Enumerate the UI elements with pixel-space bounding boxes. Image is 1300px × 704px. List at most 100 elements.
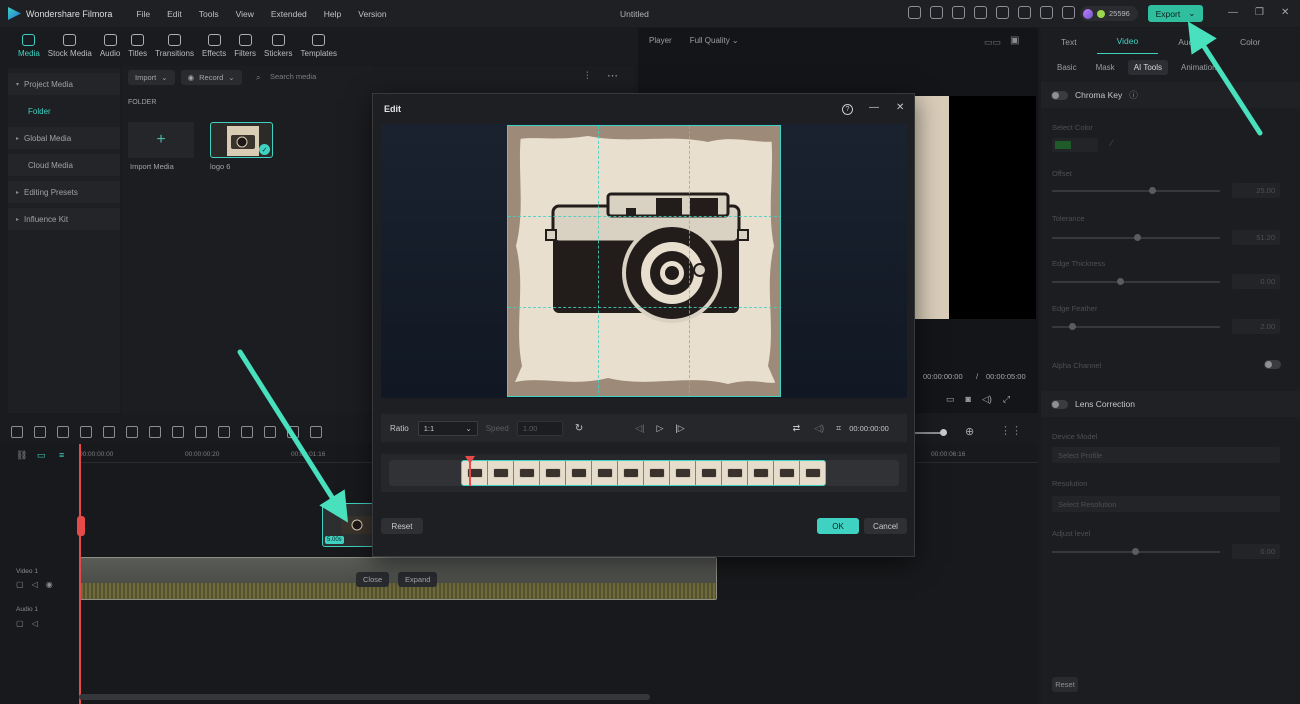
device-model-select[interactable]: Select Profile bbox=[1052, 447, 1280, 463]
import-media-card[interactable]: + bbox=[128, 122, 194, 158]
menu-edit[interactable]: Edit bbox=[167, 9, 182, 19]
sidebar-item-project-media[interactable]: ▾ Project Media bbox=[8, 73, 120, 95]
adjust-level-slider[interactable] bbox=[1052, 548, 1220, 555]
close-icon[interactable]: ✕ bbox=[1281, 7, 1289, 18]
media-icon[interactable] bbox=[996, 6, 1009, 19]
tolerance-slider[interactable] bbox=[1052, 234, 1220, 241]
grid-icon[interactable] bbox=[11, 426, 23, 438]
edge-thickness-value[interactable]: 0.00 bbox=[1232, 274, 1280, 289]
download-icon[interactable] bbox=[1062, 6, 1075, 19]
minimize-icon[interactable]: — bbox=[1228, 7, 1238, 18]
properties-reset-button[interactable]: Reset bbox=[1052, 677, 1078, 692]
tab-text[interactable]: Text bbox=[1041, 37, 1097, 47]
search-input[interactable]: Search media bbox=[270, 72, 316, 81]
menu-tools[interactable]: Tools bbox=[199, 9, 219, 19]
speaker-icon[interactable]: ◁ bbox=[32, 619, 38, 628]
chroma-key-toggle[interactable] bbox=[1051, 90, 1068, 100]
headset-icon[interactable] bbox=[1040, 6, 1053, 19]
record-button[interactable]: ◉ Record ⌄ bbox=[180, 70, 242, 85]
filmstrip[interactable] bbox=[461, 460, 826, 486]
send-icon[interactable] bbox=[930, 6, 943, 19]
next-frame-icon[interactable]: |▷ bbox=[675, 423, 684, 434]
feedback-icon[interactable] bbox=[952, 6, 965, 19]
tab-filters[interactable]: Filters bbox=[230, 27, 260, 65]
timeline-scrollbar[interactable] bbox=[79, 694, 650, 700]
close-icon[interactable]: ✕ bbox=[896, 102, 904, 113]
speaker-icon[interactable]: ◁ bbox=[32, 580, 38, 589]
text-icon[interactable] bbox=[149, 426, 161, 438]
tab-video[interactable]: Video bbox=[1096, 36, 1159, 54]
subtab-basic[interactable]: Basic bbox=[1051, 60, 1083, 75]
camera-icon[interactable]: ◙ bbox=[966, 394, 971, 405]
keyframe-icon[interactable] bbox=[264, 426, 276, 438]
slider-handle[interactable] bbox=[1149, 187, 1156, 194]
speed-input[interactable]: 1.00 bbox=[516, 420, 563, 436]
undo-icon[interactable] bbox=[57, 426, 69, 438]
tab-stickers[interactable]: Stickers bbox=[260, 27, 296, 65]
layout-icon[interactable] bbox=[974, 6, 987, 19]
subtab-ai-tools[interactable]: AI Tools bbox=[1127, 60, 1168, 75]
sidebar-item-cloud-media[interactable]: Cloud Media bbox=[8, 154, 120, 176]
resolution-select[interactable]: Select Resolution bbox=[1052, 496, 1280, 512]
folder-icon[interactable]: ▢ bbox=[16, 619, 24, 628]
ok-button[interactable]: OK bbox=[817, 518, 859, 534]
slider-handle[interactable] bbox=[1069, 323, 1076, 330]
copy-icon[interactable] bbox=[310, 426, 322, 438]
color-icon[interactable] bbox=[195, 426, 207, 438]
menu-file[interactable]: File bbox=[136, 9, 150, 19]
adjust-level-value[interactable]: 0.00 bbox=[1232, 544, 1280, 559]
lens-correction-toggle[interactable] bbox=[1051, 399, 1068, 409]
tab-media[interactable]: Media bbox=[14, 27, 44, 65]
account-credits[interactable]: 25596 bbox=[1080, 6, 1138, 21]
ratio-select[interactable]: 1:1 ⌄ bbox=[417, 420, 478, 436]
help-icon[interactable]: ? bbox=[842, 104, 853, 115]
sidebar-item-folder[interactable]: Folder bbox=[8, 100, 120, 122]
alpha-channel-toggle[interactable] bbox=[1264, 360, 1281, 369]
close-button[interactable]: Close bbox=[356, 572, 390, 587]
menu-view[interactable]: View bbox=[236, 9, 254, 19]
menu-help[interactable]: Help bbox=[324, 9, 341, 19]
playhead-grip[interactable] bbox=[77, 516, 85, 536]
minimize-icon[interactable]: — bbox=[869, 102, 879, 113]
menu-version[interactable]: Version bbox=[358, 9, 386, 19]
media-thumbnail[interactable]: ✓ bbox=[210, 122, 273, 158]
tolerance-value[interactable]: 51.20 bbox=[1232, 230, 1280, 245]
crop-icon[interactable]: ⌗ bbox=[836, 423, 841, 434]
delete-icon[interactable] bbox=[103, 426, 115, 438]
filmstrip-playhead[interactable] bbox=[469, 462, 471, 486]
expand-button[interactable]: Expand bbox=[398, 572, 438, 587]
loop-icon[interactable]: ⇄ bbox=[793, 423, 801, 434]
menu-extended[interactable]: Extended bbox=[271, 9, 307, 19]
subtab-mask[interactable]: Mask bbox=[1090, 60, 1121, 75]
slider-handle[interactable] bbox=[1117, 278, 1124, 285]
track-add-icon[interactable]: ▭ bbox=[37, 450, 46, 461]
crop-frame[interactable] bbox=[507, 125, 781, 397]
more-icon[interactable]: ⋯ bbox=[607, 69, 618, 82]
select-icon[interactable] bbox=[34, 426, 46, 438]
fullscreen-icon[interactable]: ⤢ bbox=[1003, 394, 1010, 405]
cancel-button[interactable]: Cancel bbox=[864, 518, 907, 534]
edge-feather-value[interactable]: 2.00 bbox=[1232, 319, 1280, 334]
display-icon[interactable]: ▭ bbox=[946, 394, 955, 405]
mask-icon[interactable] bbox=[287, 426, 299, 438]
color-swatch[interactable] bbox=[1052, 138, 1098, 152]
maximize-icon[interactable]: ❐ bbox=[1255, 7, 1264, 18]
slider-handle[interactable] bbox=[1132, 548, 1139, 555]
grid-view-icon[interactable]: ▭▭ bbox=[984, 37, 1001, 48]
crop-icon[interactable] bbox=[172, 426, 184, 438]
speed-icon[interactable] bbox=[241, 426, 253, 438]
redo-icon[interactable] bbox=[80, 426, 92, 438]
folder-icon[interactable]: ▢ bbox=[16, 580, 24, 589]
tab-stock-media[interactable]: Stock Media bbox=[44, 27, 96, 65]
tab-effects[interactable]: Effects bbox=[198, 27, 230, 65]
tab-audio[interactable]: Audio bbox=[96, 27, 124, 65]
slider-handle[interactable] bbox=[1134, 234, 1141, 241]
more-icon[interactable]: ⋮⋮ bbox=[1000, 424, 1022, 437]
sidebar-item-influence-kit[interactable]: ▸ Influence Kit bbox=[8, 208, 120, 230]
tab-titles[interactable]: Titles bbox=[124, 27, 151, 65]
tab-color[interactable]: Color bbox=[1220, 37, 1280, 47]
link-icon[interactable]: ⛓ bbox=[16, 450, 27, 461]
offset-slider[interactable] bbox=[1052, 187, 1220, 194]
playhead[interactable] bbox=[79, 444, 81, 704]
tab-transitions[interactable]: Transitions bbox=[151, 27, 198, 65]
